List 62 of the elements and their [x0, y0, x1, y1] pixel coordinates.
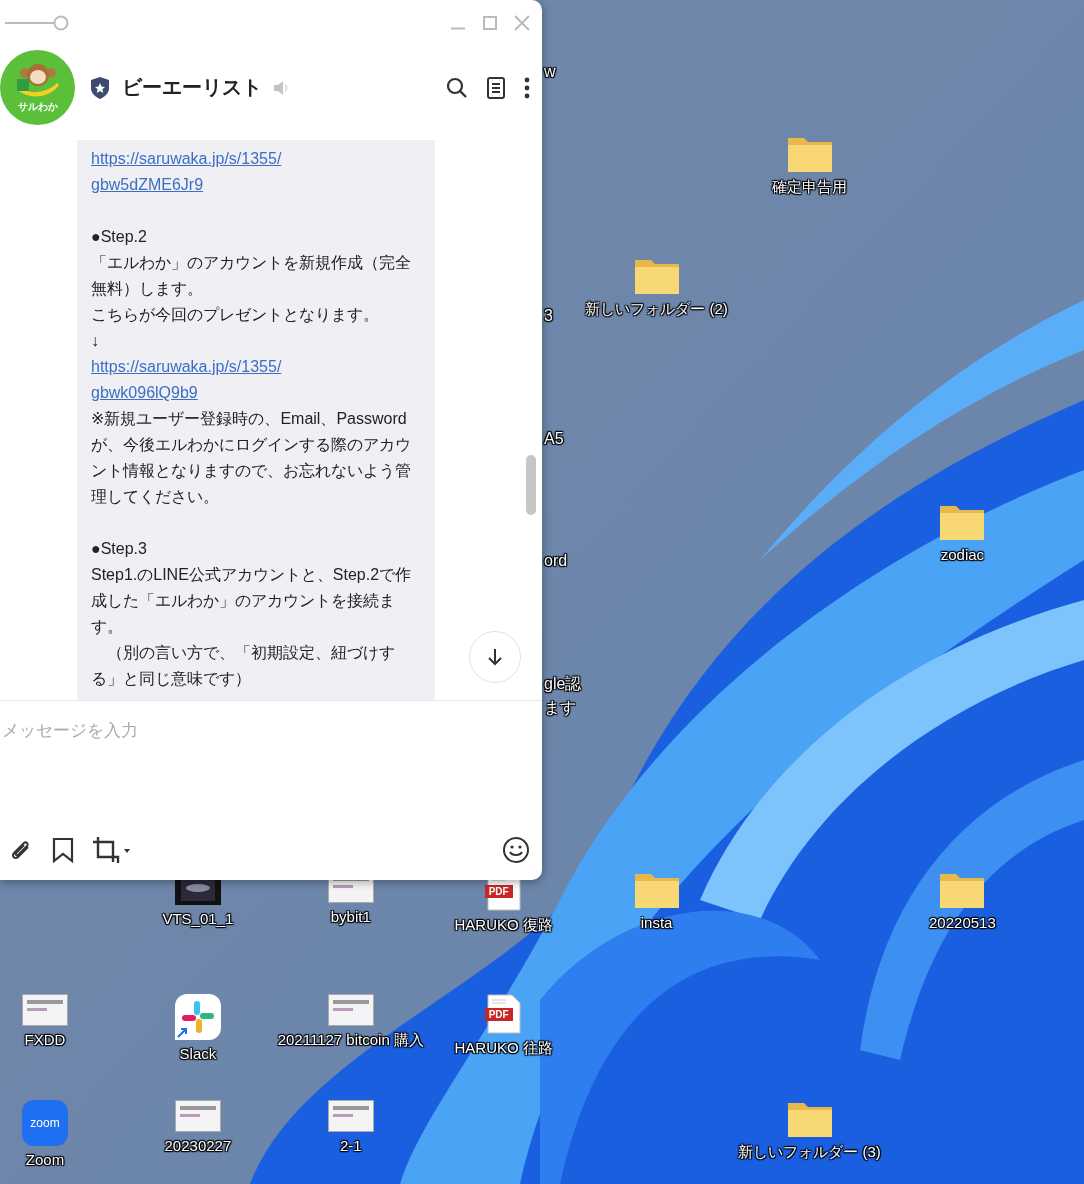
more-icon — [524, 76, 530, 99]
message-text: ↓ — [91, 331, 100, 351]
maximize-icon — [482, 14, 498, 31]
document-icon — [486, 76, 506, 99]
slider-icon[interactable] — [4, 14, 70, 31]
message-link[interactable]: https://saruwaka.jp/s/1355/ gbw5dZME6Jr9 — [91, 146, 421, 198]
message-link[interactable]: https://saruwaka.jp/s/1355/ gbwk096lQ9b9 — [91, 354, 421, 406]
desktop-icon-label[interactable]: gle認 — [544, 674, 582, 694]
desktop-icon-label[interactable]: 新しいフォルダー (2) — [585, 299, 728, 319]
avatar-text: サルわか — [17, 100, 58, 113]
image-file-icon — [327, 993, 374, 1026]
crop-icon — [92, 836, 132, 864]
image-file-icon — [174, 1100, 221, 1132]
image-file-icon — [22, 993, 68, 1026]
monkey-icon — [14, 62, 61, 99]
more-button[interactable] — [524, 76, 530, 99]
shield-star-icon — [90, 75, 110, 100]
desktop-icon-label[interactable]: bybit1 — [330, 906, 371, 926]
bookmark-icon — [52, 837, 74, 863]
desktop-icon-label[interactable]: 新しいフォルダー (3) — [738, 1142, 881, 1161]
minimize-icon — [450, 27, 466, 30]
desktop-icon-label[interactable]: VTS_01_1 — [162, 908, 234, 928]
message-text: 「エルわか」のアカウントを新規作成（完全無料）します。 — [91, 253, 412, 299]
bookmark-button[interactable] — [52, 837, 74, 863]
emoji-button[interactable] — [502, 836, 530, 864]
step-heading: ●Step.3 — [91, 539, 148, 559]
notes-button[interactable] — [486, 76, 506, 99]
scroll-down-button[interactable] — [469, 631, 521, 683]
message-text: Step1.のLINE公式アカウントと、Step.2で作成した「エルわか」のアカウントを接続ます。 — [91, 565, 413, 637]
step-heading: ●Step.2 — [91, 227, 148, 247]
search-icon — [446, 76, 468, 99]
desktop-icon-label[interactable]: insta — [640, 912, 673, 932]
arrow-down-icon — [485, 647, 505, 667]
zoom-app-icon: zoom — [22, 1100, 68, 1146]
desktop-icon-label[interactable]: Slack — [179, 1043, 217, 1063]
search-button[interactable] — [446, 76, 468, 99]
avatar[interactable]: サルわか — [0, 50, 75, 125]
desktop-icon-label[interactable]: 20220513 — [929, 912, 996, 932]
desktop-icon-label[interactable]: FXDD — [24, 1029, 66, 1049]
desktop-icon-label[interactable]: A5 — [544, 429, 564, 449]
desktop-icon-label[interactable]: ます — [544, 698, 576, 718]
smiley-icon — [502, 836, 530, 864]
scrollbar-thumb[interactable] — [526, 455, 536, 515]
message-input[interactable]: メッセージを入力 — [0, 701, 542, 809]
message-text: ※新規ユーザー登録時の、Email、Passwordが、今後エルわかにログインする際のアカウント情報となりますので、お忘れないよう管理してください。 — [91, 409, 412, 507]
message-text: （別の言い方で、「初期設定、紐づけする」と同じ意味です） — [91, 643, 396, 689]
desktop-icon-label[interactable]: 確定申告用 — [772, 176, 847, 196]
chat-name: ビーエーリスト — [122, 75, 262, 100]
desktop-icon-label[interactable]: 20230227 — [164, 1136, 232, 1155]
image-file-icon — [327, 1100, 374, 1132]
desktop-icon-label[interactable]: HARUKO 往路 — [454, 1037, 553, 1057]
desktop-icon-label[interactable]: HARUKO 復路 — [454, 914, 553, 934]
desktop-icon-label[interactable]: w — [544, 62, 556, 82]
desktop-icon-label[interactable]: 2-1 — [339, 1136, 362, 1155]
desktop-icon-label[interactable]: zodiac — [940, 544, 985, 564]
desktop-icon-label[interactable]: ord — [544, 551, 568, 571]
message-text: こちらが今回のプレゼントとなります。 — [91, 305, 380, 325]
close-icon — [514, 14, 530, 31]
pdf-file-icon: PDF — [486, 993, 521, 1034]
desktop-icon-label[interactable]: 3 — [544, 306, 553, 326]
desktop-icon-label[interactable]: Zoom — [25, 1150, 65, 1169]
crop-button[interactable] — [92, 836, 132, 864]
